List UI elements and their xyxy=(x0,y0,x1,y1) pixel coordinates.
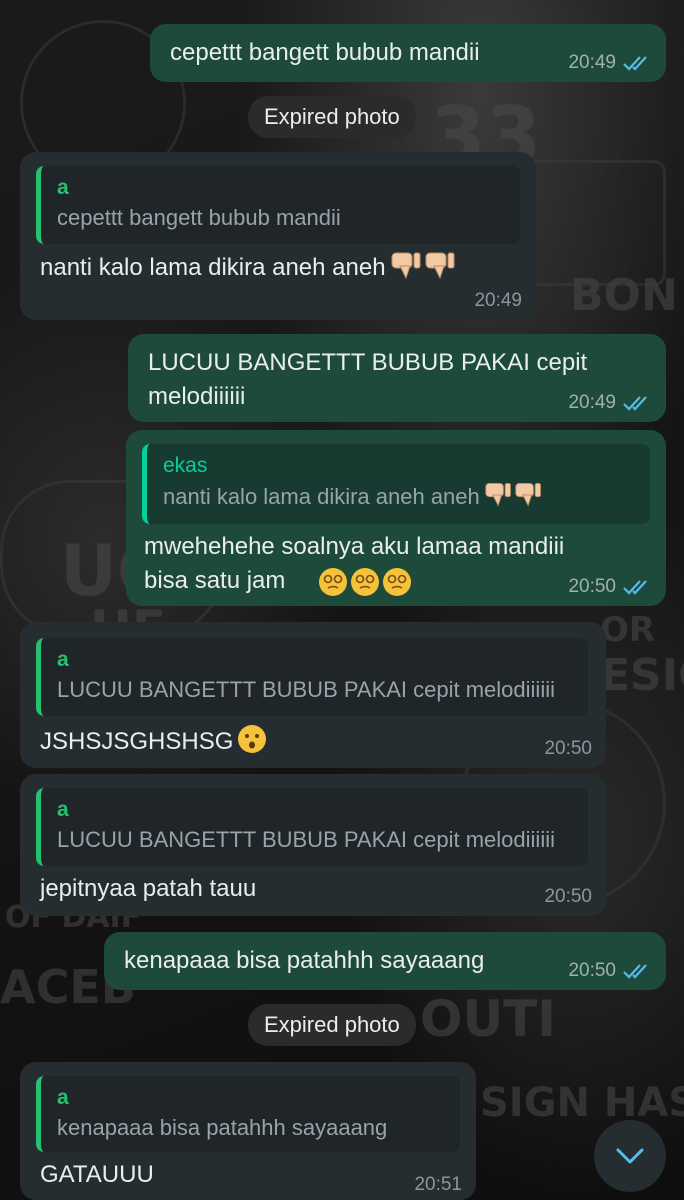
message-time: 20:49 xyxy=(474,290,522,311)
quoted-sender: a xyxy=(57,1086,69,1109)
message-time: 20:49 xyxy=(568,52,616,73)
message-time: 20:49 xyxy=(568,392,616,413)
expired-photo-label[interactable]: Expired photo xyxy=(248,96,416,138)
read-ticks-icon xyxy=(623,964,647,979)
dizzy-face-icon xyxy=(318,566,414,603)
read-ticks-icon xyxy=(623,580,647,595)
read-ticks-icon xyxy=(623,396,647,411)
message-meta: 20:49 xyxy=(568,52,652,74)
thumbs-down-icon xyxy=(484,480,544,513)
message-time: 20:50 xyxy=(568,960,616,981)
message-meta: 20:51 xyxy=(414,1174,462,1196)
scroll-to-bottom-button[interactable] xyxy=(594,1120,666,1192)
message-time: 20:50 xyxy=(568,576,616,597)
quoted-sender: ekas xyxy=(163,454,208,477)
message-incoming[interactable]: a LUCUU BANGETTT BUBUB PAKAI cepit melod… xyxy=(20,622,606,768)
message-time: 20:51 xyxy=(414,1174,462,1195)
message-outgoing[interactable]: ekas nanti kalo lama dikira aneh aneh mw… xyxy=(126,430,666,606)
hushed-face-icon xyxy=(237,724,267,759)
quoted-message[interactable]: a LUCUU BANGETTT BUBUB PAKAI cepit melod… xyxy=(36,788,588,866)
message-outgoing[interactable]: cepettt bangett bubub mandii 20:49 xyxy=(150,24,666,82)
message-outgoing[interactable]: kenapaaa bisa patahhh sayaaang 20:50 xyxy=(104,932,666,990)
quoted-message[interactable]: a cepettt bangett bubub mandii xyxy=(36,166,520,244)
message-incoming[interactable]: a kenapaaa bisa patahhh sayaaang GATAUUU… xyxy=(20,1062,476,1200)
message-incoming[interactable]: a LUCUU BANGETTT BUBUB PAKAI cepit melod… xyxy=(20,774,606,916)
message-time: 20:50 xyxy=(544,738,592,759)
thumbs-down-icon xyxy=(390,250,458,285)
message-text: LUCUU BANGETTT BUBUB PAKAI cepit melodii… xyxy=(148,349,588,410)
message-text: cepettt bangett bubub mandii xyxy=(170,39,480,66)
message-meta: 20:50 xyxy=(568,576,652,598)
quoted-sender: a xyxy=(57,176,69,199)
message-time: 20:50 xyxy=(544,886,592,907)
quoted-message[interactable]: a kenapaaa bisa patahhh sayaaang xyxy=(36,1076,460,1152)
quoted-text: LUCUU BANGETTT BUBUB PAKAI cepit melodii… xyxy=(57,827,555,852)
message-text: GATAUUU xyxy=(40,1161,154,1188)
read-ticks-icon xyxy=(623,56,647,71)
message-meta: 20:50 xyxy=(544,886,592,908)
message-incoming[interactable]: a cepettt bangett bubub mandii nanti kal… xyxy=(20,152,536,320)
quoted-message[interactable]: a LUCUU BANGETTT BUBUB PAKAI cepit melod… xyxy=(36,638,588,716)
quoted-message[interactable]: ekas nanti kalo lama dikira aneh aneh xyxy=(142,444,650,524)
message-outgoing[interactable]: LUCUU BANGETTT BUBUB PAKAI cepit melodii… xyxy=(128,334,666,422)
chevron-down-icon xyxy=(616,1148,644,1164)
message-meta: 20:49 xyxy=(474,290,522,312)
expired-photo-label[interactable]: Expired photo xyxy=(248,1004,416,1046)
message-text: JSHSJSGHSHSG xyxy=(40,727,234,755)
quoted-text: LUCUU BANGETTT BUBUB PAKAI cepit melodii… xyxy=(57,677,555,702)
message-meta: 20:50 xyxy=(544,738,592,760)
message-text: jepitnyaa patah tauu xyxy=(40,875,257,902)
quoted-text: nanti kalo lama dikira aneh aneh xyxy=(163,483,480,509)
message-meta: 20:50 xyxy=(568,960,652,982)
quoted-text: kenapaaa bisa patahhh sayaaang xyxy=(57,1115,388,1140)
quoted-sender: a xyxy=(57,798,69,821)
message-text: kenapaaa bisa patahhh sayaaang xyxy=(124,947,485,974)
quoted-sender: a xyxy=(57,648,69,671)
message-meta: 20:49 xyxy=(568,392,652,414)
quoted-text: cepettt bangett bubub mandii xyxy=(57,205,341,230)
message-text: nanti kalo lama dikira aneh aneh xyxy=(40,253,386,281)
